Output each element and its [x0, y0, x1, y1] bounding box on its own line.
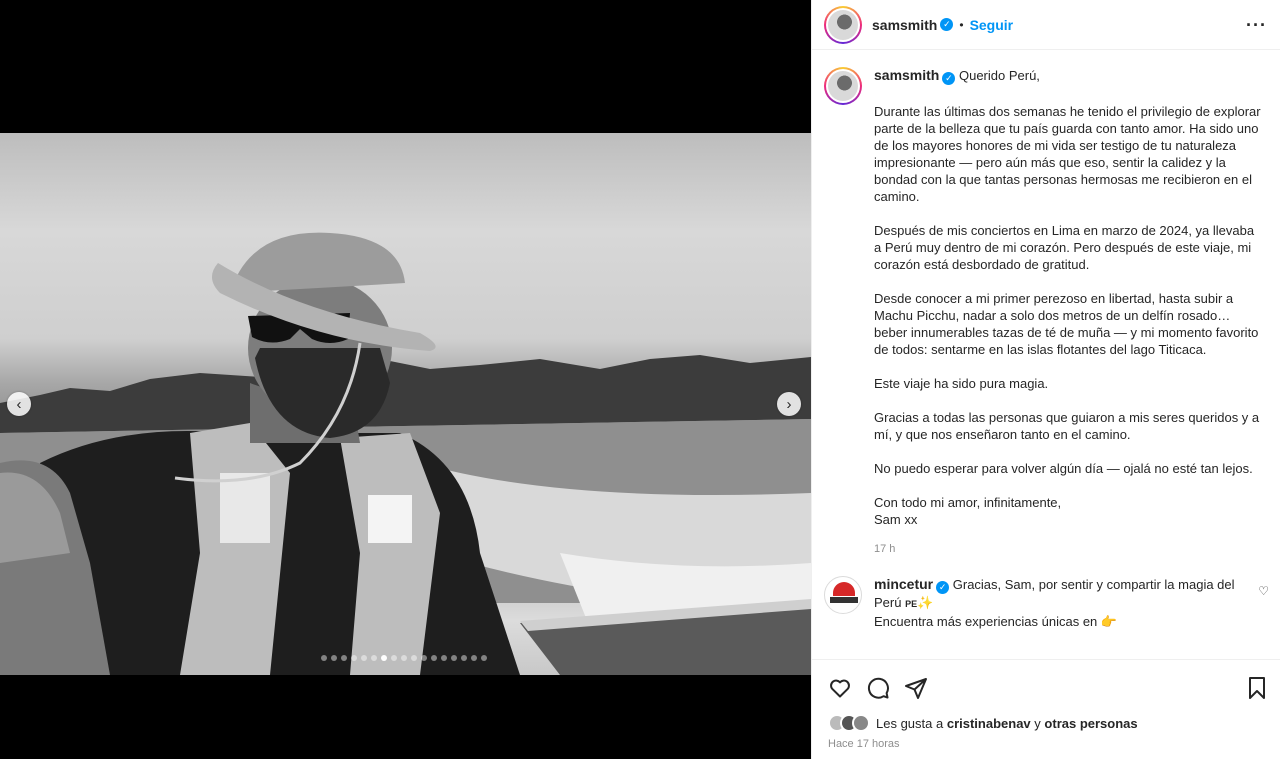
- carousel-next-button[interactable]: ›: [777, 392, 801, 416]
- caption-paragraph: Desde conocer a mi primer perezoso en li…: [874, 291, 1259, 357]
- post-side-panel: samsmith ✓ • Seguir ··· samsmith ✓ Querid…: [811, 0, 1280, 759]
- carousel-dot: [371, 655, 377, 661]
- likes-prefix: Les gusta a: [876, 715, 944, 731]
- post-photo[interactable]: [0, 133, 811, 675]
- carousel-dot: [341, 655, 347, 661]
- photo-illustration: [0, 232, 811, 675]
- post-actions: Les gusta a cristinabenav y otras person…: [812, 659, 1280, 759]
- comment-item: mincetur ✓ Gracias, Sam, por sentir y com…: [824, 576, 1269, 630]
- caption-paragraph: Este viaje ha sido pura magia.: [874, 376, 1049, 391]
- caption-first-line: Querido Perú,: [958, 68, 1040, 83]
- instagram-post-modal: ‹ › samsmith ✓ • Seguir ··· samsmith ✓ Q…: [0, 0, 1280, 759]
- carousel-dot: [481, 655, 487, 661]
- carousel-dot: [421, 655, 427, 661]
- carousel-dot: [471, 655, 477, 661]
- caption-paragraph: Con todo mi amor, infinitamente,: [874, 495, 1062, 510]
- carousel-dot: [441, 655, 447, 661]
- carousel-dot: [431, 655, 437, 661]
- carousel-prev-button[interactable]: ‹: [7, 392, 31, 416]
- caption-username[interactable]: samsmith: [874, 67, 939, 83]
- likes-joiner: y: [1034, 715, 1041, 731]
- carousel-dot: [351, 655, 357, 661]
- comment-like-heart-icon[interactable]: ♡: [1258, 584, 1269, 598]
- carousel-dot: [381, 655, 387, 661]
- caption-paragraph: No puedo esperar para volver algún día —…: [874, 461, 1253, 476]
- likes-others[interactable]: otras personas: [1044, 716, 1137, 731]
- flag-pe-icon: PE: [905, 599, 918, 609]
- caption: samsmith ✓ Querido Perú, Durante las últi…: [824, 67, 1269, 576]
- chevron-right-icon: ›: [786, 395, 792, 413]
- caption-signature: Sam xx: [874, 512, 918, 527]
- comment-text-line2: Perú: [874, 595, 902, 610]
- bookmark-icon[interactable]: [1245, 676, 1269, 700]
- chevron-left-icon: ‹: [16, 395, 22, 413]
- caption-avatar[interactable]: [824, 67, 862, 105]
- verified-badge-icon: ✓: [936, 581, 950, 594]
- carousel-dot: [361, 655, 367, 661]
- comment-text-line3: Encuentra más experiencias únicas en: [874, 614, 1098, 629]
- carousel-dot: [401, 655, 407, 661]
- follow-button[interactable]: Seguir: [970, 17, 1014, 33]
- post-header: samsmith ✓ • Seguir ···: [812, 0, 1280, 50]
- carousel-dot: [411, 655, 417, 661]
- verified-badge-icon: ✓: [940, 18, 954, 31]
- author-avatar[interactable]: [824, 5, 862, 44]
- likes-summary[interactable]: Les gusta a cristinabenav y otras person…: [828, 714, 1265, 732]
- liker-username[interactable]: cristinabenav: [947, 716, 1031, 731]
- carousel-dot: [321, 655, 327, 661]
- carousel-dot: [391, 655, 397, 661]
- caption-paragraph: Gracias a todas las personas que guiaron…: [874, 410, 1260, 442]
- carousel-indicator: [321, 655, 487, 661]
- heart-icon[interactable]: [828, 676, 852, 700]
- comments-list[interactable]: samsmith ✓ Querido Perú, Durante las últi…: [812, 51, 1280, 659]
- separator-dot: •: [959, 17, 964, 32]
- comment-icon[interactable]: [866, 676, 890, 700]
- author-username[interactable]: samsmith: [872, 17, 937, 33]
- carousel-dot: [451, 655, 457, 661]
- comment-text-line1: Gracias, Sam, por sentir y compartir la …: [952, 577, 1235, 592]
- caption-timestamp[interactable]: 17 h: [874, 541, 1262, 558]
- carousel-dot: [461, 655, 467, 661]
- caption-paragraph: Después de mis conciertos en Lima en mar…: [874, 223, 1255, 272]
- media-pane: ‹ ›: [0, 0, 811, 759]
- commenter-username[interactable]: mincetur: [874, 576, 933, 592]
- carousel-dot: [331, 655, 337, 661]
- pointing-right-emoji: 👉: [1100, 614, 1118, 629]
- liker-avatars: [828, 714, 870, 732]
- verified-badge-icon: ✓: [942, 72, 956, 85]
- more-horizontal-icon[interactable]: ···: [1246, 15, 1267, 36]
- caption-paragraph: Durante las últimas dos semanas he tenid…: [874, 104, 1261, 204]
- share-icon[interactable]: [904, 676, 928, 700]
- commenter-avatar[interactable]: [824, 576, 862, 614]
- posted-time[interactable]: Hace 17 horas: [828, 738, 1265, 750]
- sparkles-emoji: ✨: [917, 595, 934, 610]
